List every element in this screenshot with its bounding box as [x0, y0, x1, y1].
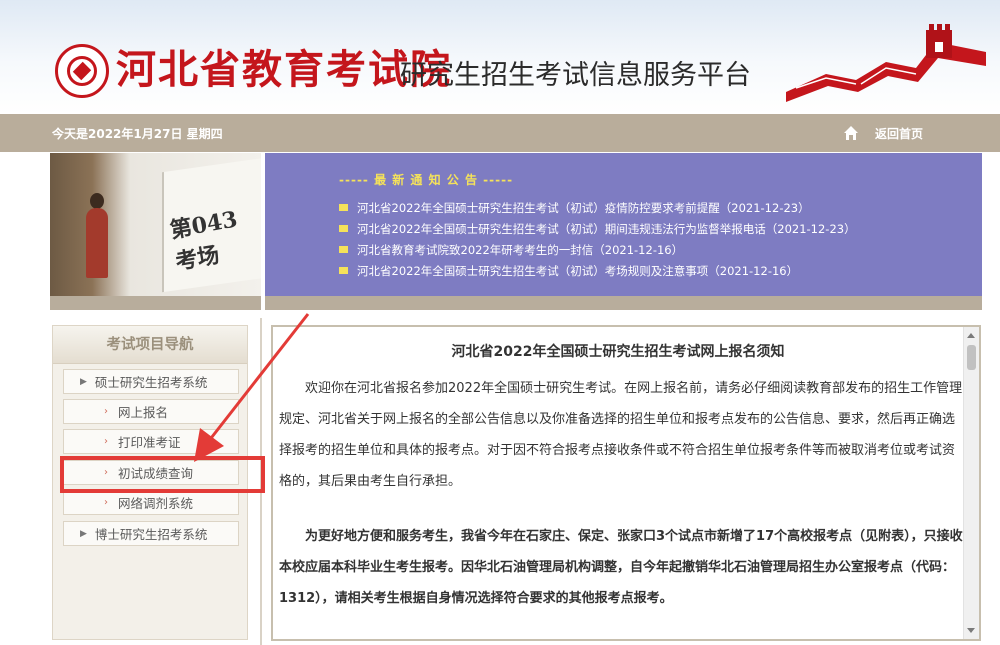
sidebar-item-label: 网络调剂系统 [118, 496, 194, 511]
notice-list: 河北省2022年全国硕士研究生招生考试（初试）疫情防控要求考前提醒（2021-1… [339, 197, 856, 281]
scroll-up-icon[interactable] [967, 333, 975, 338]
notice-item[interactable]: 河北省2022年全国硕士研究生招生考试（初试）考场规则及注意事项（2021-12… [339, 260, 856, 281]
sidebar-item-label: 打印准考证 [118, 435, 181, 450]
scroll-down-icon[interactable] [967, 628, 975, 633]
notice-item[interactable]: 河北省2022年全国硕士研究生招生考试（初试）期间违规违法行为监督举报电话（20… [339, 218, 856, 239]
scroll-thumb[interactable] [967, 345, 976, 370]
divider-strip-right [265, 296, 982, 310]
bullet-icon [339, 204, 348, 211]
content-paragraph: 欢迎你在河北省报名参加2022年全国硕士研究生考试。在网上报名前，请务必仔细阅读… [279, 381, 963, 489]
chevron-right-icon: › [104, 497, 108, 508]
triangle-right-icon: ▶ [80, 528, 87, 539]
exam-room-photo: 第043考场 [50, 153, 261, 296]
exam-institute-logo-icon [55, 44, 109, 98]
notice-link[interactable]: 河北省2022年全国硕士研究生招生考试（初试）考场规则及注意事项（2021-12… [357, 263, 798, 279]
notice-item[interactable]: 河北省2022年全国硕士研究生招生考试（初试）疫情防控要求考前提醒（2021-1… [339, 197, 856, 218]
chevron-right-icon: › [104, 406, 108, 417]
notice-link[interactable]: 河北省2022年全国硕士研究生招生考试（初试）期间违规违法行为监督举报电话（20… [357, 221, 856, 237]
chevron-right-icon: › [104, 436, 108, 447]
content-paragraph-bold: 为更好地方便和服务考生，我省今年在石家庄、保定、张家口3个试点市新增了17个高校… [279, 529, 963, 606]
triangle-right-icon: ▶ [80, 376, 87, 387]
registration-notice-panel: 河北省2022年全国硕士研究生招生考试网上报名须知 欢迎你在河北省报名参加202… [271, 325, 981, 641]
home-icon[interactable] [843, 125, 859, 141]
sidebar-item-label: 网上报名 [118, 405, 169, 420]
red-arrow-icon [194, 313, 310, 462]
bullet-icon [339, 246, 348, 253]
content-title: 河北省2022年全国硕士研究生招生考试网上报名须知 [451, 344, 785, 360]
return-home-link[interactable]: 返回首页 [875, 125, 923, 142]
notice-panel: ----- 最 新 通 知 公 告 ----- 河北省2022年全国硕士研究生招… [265, 153, 982, 296]
notice-item[interactable]: 河北省教育考试院致2022年研考考生的一封信（2021-12-16） [339, 239, 856, 260]
sidebar-item-adjustment-system[interactable]: › 网络调剂系统 [63, 490, 239, 515]
bullet-icon [339, 267, 348, 274]
divider-strip-left [50, 296, 261, 310]
bullet-icon [339, 225, 348, 232]
top-bar: 今天是2022年1月27日 星期四 返回首页 [0, 114, 1000, 152]
sidebar-item-label: 博士研究生招考系统 [94, 527, 208, 542]
notice-link[interactable]: 河北省教育考试院致2022年研考考生的一封信（2021-12-16） [357, 242, 683, 258]
notice-title: ----- 最 新 通 知 公 告 ----- [339, 173, 514, 187]
sidebar-item-doctoral-system[interactable]: ▶ 博士研究生招考系统 [63, 521, 239, 546]
notice-link[interactable]: 河北省2022年全国硕士研究生招生考试（初试）疫情防控要求考前提醒（2021-1… [357, 200, 810, 216]
site-header: 河北省教育考试院 研究生招生考试信息服务平台 [0, 0, 1000, 114]
platform-title: 研究生招生考试信息服务平台 [400, 60, 751, 91]
great-wall-icon [786, 24, 986, 102]
current-date: 今天是2022年1月27日 星期四 [52, 127, 223, 141]
content-scrollbar[interactable] [963, 327, 979, 639]
